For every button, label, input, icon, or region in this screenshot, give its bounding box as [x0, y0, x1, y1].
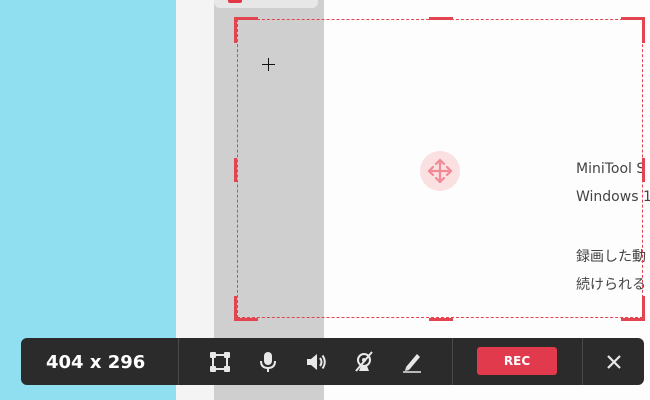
rec-button[interactable]: REC — [477, 347, 557, 375]
resize-handle-top-left-vertical[interactable] — [234, 17, 237, 43]
close-toolbar-button[interactable] — [601, 349, 627, 375]
region-icon — [210, 352, 230, 372]
region-select-button[interactable] — [207, 349, 233, 375]
resize-handle-bottom-left-vertical[interactable] — [234, 296, 237, 321]
microphone-button[interactable] — [255, 349, 281, 375]
sidebar-tab-marker — [228, 0, 242, 3]
pen-icon — [403, 354, 421, 373]
move-arrows-icon — [427, 158, 453, 184]
move-region-handle[interactable] — [420, 151, 460, 191]
region-size-readout: 404 x 296 — [46, 352, 146, 373]
resize-handle-left[interactable] — [234, 158, 237, 182]
speaker-icon — [307, 354, 326, 370]
resize-handle-right[interactable] — [642, 158, 645, 182]
annotation-pen-button[interactable] — [399, 349, 425, 375]
close-icon — [607, 355, 621, 369]
recording-toolbar: 404 x 296 REC — [21, 338, 644, 385]
resize-handle-bottom-left[interactable] — [234, 318, 258, 321]
resize-handle-bottom-right-vertical[interactable] — [642, 296, 645, 321]
microphone-icon — [260, 352, 276, 372]
toolbar-divider — [452, 338, 453, 385]
system-audio-button[interactable] — [303, 349, 329, 375]
resize-handle-top[interactable] — [429, 17, 453, 20]
toolbar-divider — [178, 338, 179, 385]
toolbar-divider — [582, 338, 583, 385]
webcam-button[interactable] — [351, 349, 377, 375]
resize-handle-top-left[interactable] — [234, 17, 258, 20]
resize-handle-top-right-vertical[interactable] — [642, 17, 645, 43]
resize-handle-bottom[interactable] — [429, 318, 453, 321]
webcam-off-icon — [355, 351, 373, 372]
